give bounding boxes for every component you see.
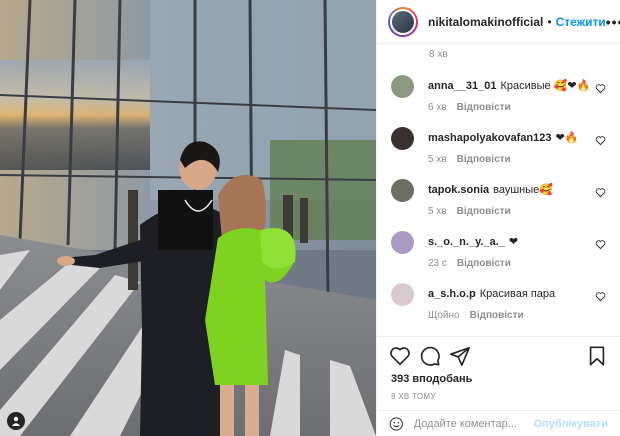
commenter-avatar[interactable]	[391, 179, 414, 202]
comment-body: ваушные	[493, 184, 540, 196]
reply-button[interactable]: Відповісти	[457, 258, 511, 269]
separator-dot: •	[547, 14, 552, 29]
comment-meta: 5 хв Відповісти	[428, 154, 511, 165]
user-tag-icon[interactable]	[7, 412, 25, 430]
comment-meta: Щойно Відповісти	[428, 310, 524, 321]
more-options-icon[interactable]: •••	[606, 15, 620, 29]
bookmark-icon[interactable]	[586, 345, 608, 367]
author-username[interactable]: nikitalomakinofficial	[428, 15, 543, 29]
post-actions: 393 вподобань 8 ХВ ТОМУ Опублікувати	[377, 336, 620, 436]
comment-meta: 6 хв Відповісти	[428, 102, 511, 113]
comment-text: mashapolyakovafan123 ❤🔥	[428, 131, 590, 145]
comment-item: s._o._n._y._a._ ❤ 23 с Відповісти	[377, 231, 620, 281]
comment-body: Красивые	[500, 80, 551, 92]
publish-button[interactable]: Опублікувати	[534, 418, 608, 430]
commenter-username[interactable]: s._o._n._y._a._	[428, 236, 505, 248]
comment-item: mashapolyakovafan123 ❤🔥 5 хв Відповісти	[377, 127, 620, 177]
commenter-avatar[interactable]	[391, 283, 414, 306]
comment-time: Щойно	[428, 310, 460, 321]
comment-item: tapok.sonia ваушные🥰 5 хв Відповісти	[377, 179, 620, 229]
commenter-username[interactable]: anna__31_01	[428, 80, 497, 92]
commenter-username[interactable]: a_s.h.o.p	[428, 288, 476, 300]
heart-icon[interactable]	[389, 345, 411, 367]
post-panel: nikitalomakinofficial • Стежити ••• 8 хв…	[376, 0, 620, 436]
comment-like-heart-icon[interactable]	[595, 291, 606, 302]
comment-text: anna__31_01 Красивые 🥰❤🔥	[428, 79, 590, 93]
comment-composer: Опублікувати	[377, 410, 620, 436]
comment-emoji: ❤🔥	[555, 132, 579, 144]
comment-time: 6 хв	[428, 102, 447, 113]
comment-body: Красивая пара	[479, 288, 556, 300]
comment-time: 5 хв	[428, 206, 447, 217]
likes-count[interactable]: 393 вподобань	[391, 373, 472, 385]
post-header: nikitalomakinofficial • Стежити •••	[377, 0, 620, 44]
comment-like-heart-icon[interactable]	[595, 83, 606, 94]
post-photo[interactable]	[0, 0, 376, 436]
reply-button[interactable]: Відповісти	[457, 102, 511, 113]
comment-text: s._o._n._y._a._ ❤	[428, 235, 590, 249]
action-icons	[389, 345, 608, 369]
commenter-avatar[interactable]	[391, 231, 414, 254]
follow-button[interactable]: Стежити	[556, 15, 606, 29]
post-timestamp: 8 ХВ ТОМУ	[391, 392, 436, 401]
comment-text: a_s.h.o.p Красивая пара	[428, 287, 590, 301]
reply-button[interactable]: Відповісти	[470, 310, 524, 321]
comment-emoji: 🥰❤🔥	[553, 80, 591, 92]
caption-timestamp: 8 хв	[429, 49, 448, 60]
comment-icon[interactable]	[419, 345, 441, 367]
commenter-avatar[interactable]	[391, 127, 414, 150]
person-icon	[12, 416, 20, 426]
commenter-username[interactable]: tapok.sonia	[428, 184, 489, 196]
comment-item: a_s.h.o.p Красивая пара Щойно Відповісти	[377, 283, 620, 333]
comment-like-heart-icon[interactable]	[595, 135, 606, 146]
emoji-icon[interactable]	[389, 415, 404, 433]
comment-meta: 5 хв Відповісти	[428, 206, 511, 217]
photo-scene	[0, 0, 376, 436]
comment-text: tapok.sonia ваушные🥰	[428, 183, 590, 197]
comment-like-heart-icon[interactable]	[595, 239, 606, 250]
comment-emoji: 🥰	[539, 184, 553, 196]
comment-like-heart-icon[interactable]	[595, 187, 606, 198]
comments-list[interactable]: 8 хв anna__31_01 Красивые 🥰❤🔥 6 хв Відпові…	[377, 45, 620, 335]
commenter-username[interactable]: mashapolyakovafan123	[428, 132, 552, 144]
comment-meta: 23 с Відповісти	[428, 258, 511, 269]
comment-emoji: ❤	[508, 236, 519, 248]
reply-button[interactable]: Відповісти	[457, 206, 511, 217]
commenter-avatar[interactable]	[391, 75, 414, 98]
share-icon[interactable]	[449, 345, 471, 367]
comment-time: 23 с	[428, 258, 447, 269]
author-avatar[interactable]	[388, 6, 418, 37]
comment-time: 5 хв	[428, 154, 447, 165]
comment-item: anna__31_01 Красивые 🥰❤🔥 6 хв Відповісти	[377, 75, 620, 125]
reply-button[interactable]: Відповісти	[457, 154, 511, 165]
comment-input[interactable]	[413, 418, 534, 430]
